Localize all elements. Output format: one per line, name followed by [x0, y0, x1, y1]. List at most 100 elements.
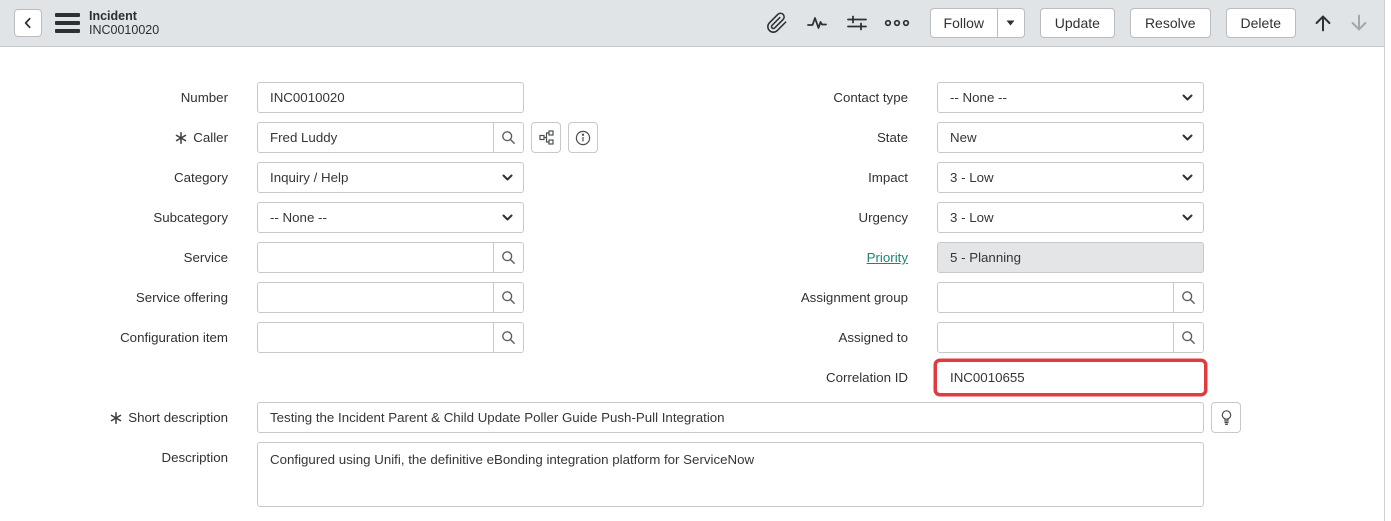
impact-label: Impact — [680, 170, 908, 185]
search-icon — [501, 130, 516, 145]
record-title: Incident INC0010020 — [89, 9, 159, 38]
field-row-state: State New — [680, 122, 1204, 153]
resolve-button[interactable]: Resolve — [1130, 8, 1211, 38]
number-label: Number — [0, 90, 228, 105]
more-options-icon — [884, 17, 910, 29]
follow-dropdown-button[interactable] — [998, 8, 1025, 38]
chevron-down-icon — [1181, 131, 1194, 144]
field-row-correlation-id: Correlation ID — [680, 362, 1204, 393]
suggestion-lightbulb-button[interactable] — [1211, 402, 1241, 433]
category-select[interactable]: Inquiry / Help — [257, 162, 524, 193]
field-row-assignment-group: Assignment group — [680, 282, 1204, 313]
caller-show-related-button[interactable] — [531, 122, 561, 153]
service-offering-input[interactable] — [258, 283, 493, 312]
required-asterisk-icon — [110, 412, 122, 424]
configuration-item-label: Configuration item — [0, 330, 228, 345]
incident-form-page: Incident INC0010020 — [0, 0, 1391, 521]
category-label: Category — [0, 170, 228, 185]
field-row-configuration-item: Configuration item — [0, 322, 680, 353]
contact-type-select[interactable]: -- None -- — [937, 82, 1204, 113]
search-icon — [501, 250, 516, 265]
correlation-id-input[interactable] — [937, 362, 1204, 393]
paperclip-icon — [766, 12, 788, 34]
next-record-button[interactable] — [1344, 6, 1374, 40]
field-row-number: Number — [0, 82, 680, 113]
impact-select[interactable]: 3 - Low — [937, 162, 1204, 193]
configuration-item-lookup-button[interactable] — [493, 323, 523, 352]
attachment-button[interactable] — [760, 6, 794, 40]
assigned-to-label: Assigned to — [680, 330, 908, 345]
priority-readonly-field: 5 - Planning — [937, 242, 1204, 273]
urgency-label: Urgency — [680, 210, 908, 225]
caller-label: Caller — [0, 130, 228, 145]
chevron-down-icon — [1181, 211, 1194, 224]
chevron-left-icon — [20, 15, 36, 31]
short-description-input[interactable] — [257, 402, 1204, 433]
number-input[interactable] — [257, 82, 524, 113]
priority-link[interactable]: Priority — [867, 250, 908, 265]
assignment-group-input[interactable] — [938, 283, 1173, 312]
personalize-form-button[interactable] — [840, 6, 874, 40]
more-options-button[interactable] — [880, 6, 914, 40]
short-description-label: Short description — [0, 402, 228, 433]
field-row-impact: Impact 3 - Low — [680, 162, 1204, 193]
activity-stream-button[interactable] — [800, 6, 834, 40]
field-row-assigned-to: Assigned to — [680, 322, 1204, 353]
state-select[interactable]: New — [937, 122, 1204, 153]
required-asterisk-icon — [175, 132, 187, 144]
configuration-item-input[interactable] — [258, 323, 493, 352]
form-context-menu-icon[interactable] — [55, 13, 80, 33]
subcategory-label: Subcategory — [0, 210, 228, 225]
field-row-contact-type: Contact type -- None -- — [680, 82, 1204, 113]
service-input[interactable] — [258, 243, 493, 272]
activity-pulse-icon — [805, 11, 829, 35]
field-row-service: Service — [0, 242, 680, 273]
field-row-category: Category Inquiry / Help — [0, 162, 680, 193]
form-column-right: Contact type -- None -- State New — [680, 82, 1204, 393]
chevron-down-icon — [501, 211, 514, 224]
priority-label: Priority — [680, 250, 908, 265]
search-icon — [501, 330, 516, 345]
org-chart-icon — [539, 130, 554, 145]
field-row-caller: Caller — [0, 122, 680, 153]
form-wide-section: Short description Description Configured… — [0, 402, 1391, 512]
arrow-down-icon — [1348, 12, 1370, 34]
record-number-label: INC0010020 — [89, 23, 159, 37]
service-offering-label: Service offering — [0, 290, 228, 305]
back-button[interactable] — [14, 9, 42, 37]
urgency-select[interactable]: 3 - Low — [937, 202, 1204, 233]
caller-preview-button[interactable] — [568, 122, 598, 153]
assignment-group-label: Assignment group — [680, 290, 908, 305]
service-offering-lookup-button[interactable] — [493, 283, 523, 312]
service-label: Service — [0, 250, 228, 265]
caller-lookup-button[interactable] — [493, 123, 523, 152]
delete-button[interactable]: Delete — [1226, 8, 1296, 38]
service-lookup-button[interactable] — [493, 243, 523, 272]
assignment-group-lookup-button[interactable] — [1173, 283, 1203, 312]
field-row-service-offering: Service offering — [0, 282, 680, 313]
caller-input[interactable] — [258, 123, 493, 152]
assigned-to-input[interactable] — [938, 323, 1173, 352]
field-row-description: Description Configured using Unifi, the … — [0, 442, 1391, 512]
form-header: Incident INC0010020 — [0, 0, 1384, 47]
arrow-up-icon — [1312, 12, 1334, 34]
search-icon — [501, 290, 516, 305]
form-column-left: Number Caller — [0, 82, 680, 393]
assigned-to-lookup-button[interactable] — [1173, 323, 1203, 352]
subcategory-select[interactable]: -- None -- — [257, 202, 524, 233]
caret-down-icon — [1006, 20, 1015, 26]
field-row-subcategory: Subcategory -- None -- — [0, 202, 680, 233]
lightbulb-icon — [1219, 409, 1234, 426]
chevron-down-icon — [1181, 171, 1194, 184]
field-row-urgency: Urgency 3 - Low — [680, 202, 1204, 233]
field-row-short-description: Short description — [0, 402, 1391, 433]
chevron-down-icon — [501, 171, 514, 184]
update-button[interactable]: Update — [1040, 8, 1115, 38]
description-textarea[interactable]: Configured using Unifi, the definitive e… — [257, 442, 1204, 507]
follow-button[interactable]: Follow — [930, 8, 998, 38]
scrollbar-edge — [1384, 0, 1385, 521]
record-type-label: Incident — [89, 9, 159, 23]
previous-record-button[interactable] — [1308, 6, 1338, 40]
info-icon — [575, 130, 591, 146]
state-label: State — [680, 130, 908, 145]
